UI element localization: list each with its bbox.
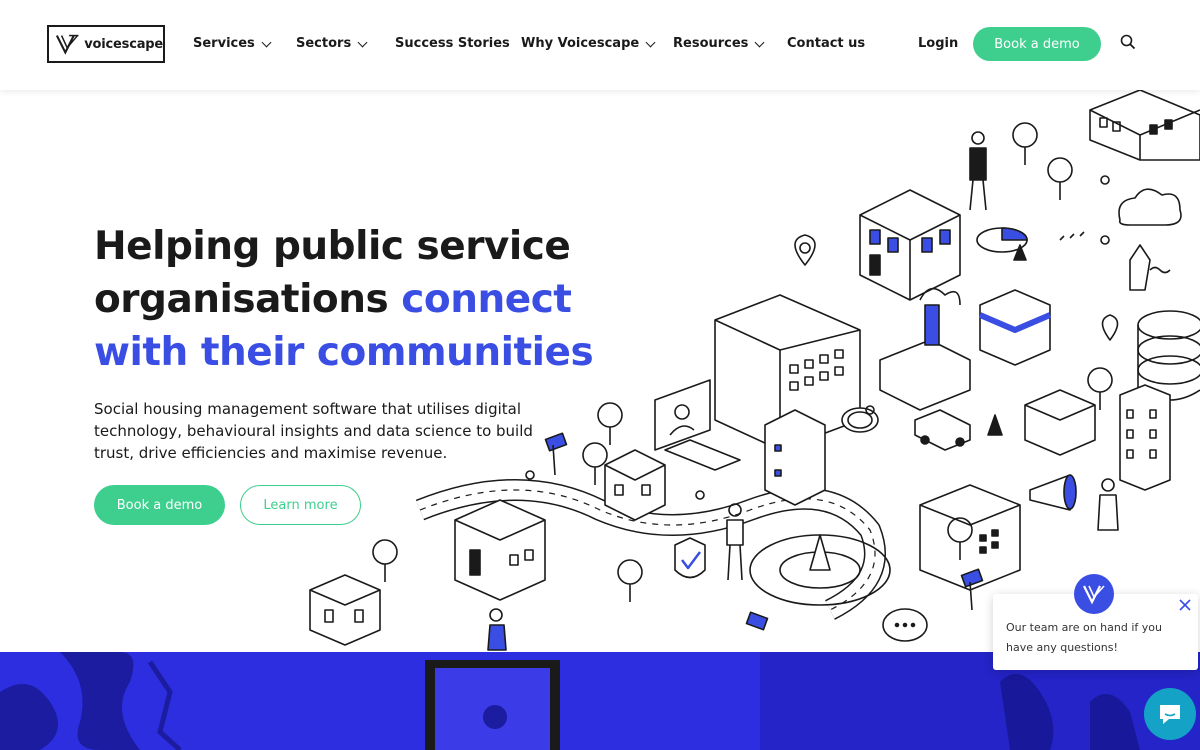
hero-book-demo-button[interactable]: Book a demo (94, 485, 225, 525)
isometric-city-illustration (309, 90, 1200, 651)
voicescape-logo-icon (55, 34, 79, 55)
nav-why-voicescape-label: Why Voicescape (521, 36, 640, 51)
site-header: voicescape Services Sectors Success Stor… (0, 0, 1200, 90)
logo-text: voicescape (84, 36, 163, 52)
chevron-down-icon (261, 37, 272, 47)
nav-resources-label: Resources (673, 36, 749, 51)
chat-agent-avatar (1074, 574, 1114, 614)
nav-success-stories[interactable]: Success Stories (395, 36, 510, 51)
close-icon[interactable] (1178, 598, 1192, 612)
chevron-down-icon (357, 37, 368, 47)
search-icon[interactable] (1120, 34, 1136, 50)
chat-message: Our team are on hand if you have any que… (1006, 621, 1162, 654)
nav-contact-us-label: Contact us (787, 36, 866, 51)
chat-launcher-button[interactable] (1144, 688, 1196, 740)
nav-contact-us[interactable]: Contact us (787, 36, 865, 51)
nav-sectors-label: Sectors (296, 36, 352, 51)
voicescape-v-icon (1083, 585, 1105, 605)
voicescape-logo[interactable]: voicescape (47, 25, 165, 63)
header-book-demo-button[interactable]: Book a demo (973, 27, 1101, 61)
login-link[interactable]: Login (918, 36, 958, 51)
chevron-down-icon (645, 37, 656, 47)
nav-success-stories-label: Success Stories (395, 36, 510, 51)
chevron-down-icon (754, 37, 765, 47)
nav-sectors[interactable]: Sectors (296, 36, 368, 51)
nav-services-label: Services (193, 36, 255, 51)
chat-bubble-icon (1160, 705, 1180, 724)
nav-resources[interactable]: Resources (673, 36, 765, 51)
nav-services[interactable]: Services (193, 36, 272, 51)
nav-why-voicescape[interactable]: Why Voicescape (521, 36, 656, 51)
